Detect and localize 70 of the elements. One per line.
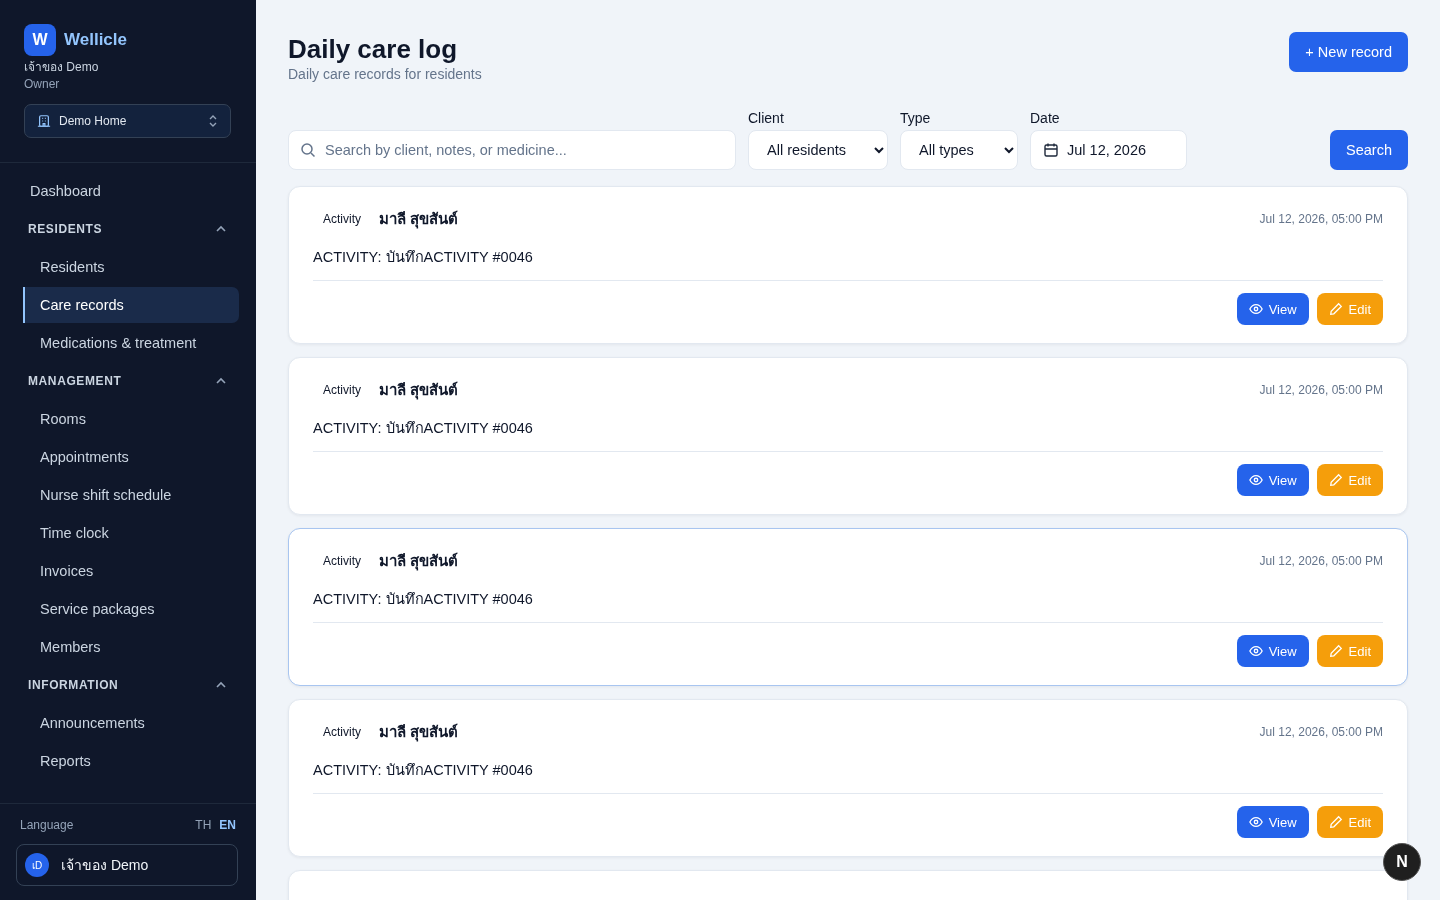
date-label: Date	[1030, 110, 1061, 126]
nav-item[interactable]: Appointments	[23, 439, 239, 475]
user-role: Owner	[24, 77, 61, 91]
sort-icon	[208, 114, 218, 128]
record-time: Jul 12, 2026, 05:00 PM	[1259, 212, 1383, 226]
page-title: Daily care log	[288, 33, 459, 66]
search-field[interactable]: Search by client, notes, or medicine...	[288, 130, 736, 170]
eye-icon	[1248, 644, 1263, 658]
search-button[interactable]: Search	[1330, 130, 1408, 170]
language-option[interactable]: TH	[195, 818, 212, 832]
user-name: เจ้าของ Demo	[24, 59, 100, 76]
pencil-icon	[1328, 302, 1343, 316]
nav-item[interactable]: Announcements	[23, 705, 239, 741]
section-header[interactable]: INFORMATION	[23, 667, 239, 703]
nav-item[interactable]: Dashboard	[23, 173, 239, 209]
eye-icon	[1248, 302, 1263, 316]
view-button[interactable]: View	[1236, 293, 1309, 325]
avatar: เD	[25, 853, 49, 877]
date-field[interactable]: Jul 12, 2026	[1030, 130, 1187, 170]
pencil-icon	[1328, 815, 1343, 829]
type-label: Type	[900, 110, 932, 126]
logo-badge: W	[24, 24, 56, 56]
record-note: ACTIVITY: บันทึกACTIVITY #0046	[313, 416, 1383, 452]
record-note: ACTIVITY: บันทึกACTIVITY #0046	[313, 245, 1383, 281]
record-type: Activity	[323, 383, 361, 397]
client-name: มาลี สุขสันต์	[379, 209, 459, 231]
record-type: Activity	[323, 554, 361, 568]
nav-item[interactable]: Invoices	[23, 553, 239, 589]
record-type: Activity	[323, 212, 361, 226]
language-label: Language	[20, 818, 74, 832]
record-note: ACTIVITY: บันทึกACTIVITY #0046	[313, 587, 1383, 623]
record-time: Jul 12, 2026, 05:00 PM	[1259, 383, 1383, 397]
client-name: มาลี สุขสันต์	[379, 551, 459, 573]
nav-item[interactable]: Medications & treatment	[23, 325, 239, 361]
brand-name: Wellicle	[64, 30, 127, 50]
nav-item[interactable]: Service packages	[23, 591, 239, 627]
search-icon	[300, 142, 316, 158]
nav-item[interactable]: Reports	[23, 743, 239, 779]
nav-item[interactable]: Members	[23, 629, 239, 665]
nav-item[interactable]: Nurse shift schedule	[23, 477, 239, 513]
building-icon	[37, 114, 51, 128]
floating-badge[interactable]: N	[1383, 843, 1421, 881]
account-button[interactable]: เD เจ้าของ Demo	[16, 844, 238, 886]
pencil-icon	[1328, 473, 1343, 487]
eye-icon	[1248, 815, 1263, 829]
client-name: มาลี สุขสันต์	[379, 722, 459, 744]
record-note: ACTIVITY: บันทึกACTIVITY #0046	[313, 758, 1383, 794]
page-subtitle: Daily care records for residents	[288, 66, 482, 82]
home-selector[interactable]: Demo Home	[24, 104, 231, 138]
view-button[interactable]: View	[1236, 806, 1309, 838]
section-header[interactable]: MANAGEMENT	[23, 363, 239, 399]
client-select[interactable]: All residents	[748, 130, 888, 170]
nav-item[interactable]: Residents	[23, 249, 239, 285]
client-label: Client	[748, 110, 785, 126]
type-select[interactable]: All types	[900, 130, 1018, 170]
nav-item[interactable]: Time clock	[23, 515, 239, 551]
nav-item[interactable]: Care records	[23, 287, 239, 323]
client-name: มาลี สุขสันต์	[379, 380, 459, 402]
record-time: Jul 12, 2026, 05:00 PM	[1259, 725, 1383, 739]
record-time: Jul 12, 2026, 05:00 PM	[1259, 554, 1383, 568]
calendar-icon	[1043, 142, 1059, 158]
nav-item[interactable]: Rooms	[23, 401, 239, 437]
new-record-button[interactable]: + New record	[1289, 32, 1408, 72]
eye-icon	[1248, 473, 1263, 487]
pencil-icon	[1328, 644, 1343, 658]
language-option[interactable]: EN	[219, 818, 236, 832]
section-header[interactable]: RESIDENTS	[23, 211, 239, 247]
record-type: Activity	[323, 725, 361, 739]
view-button[interactable]: View	[1236, 464, 1309, 496]
view-button[interactable]: View	[1236, 635, 1309, 667]
